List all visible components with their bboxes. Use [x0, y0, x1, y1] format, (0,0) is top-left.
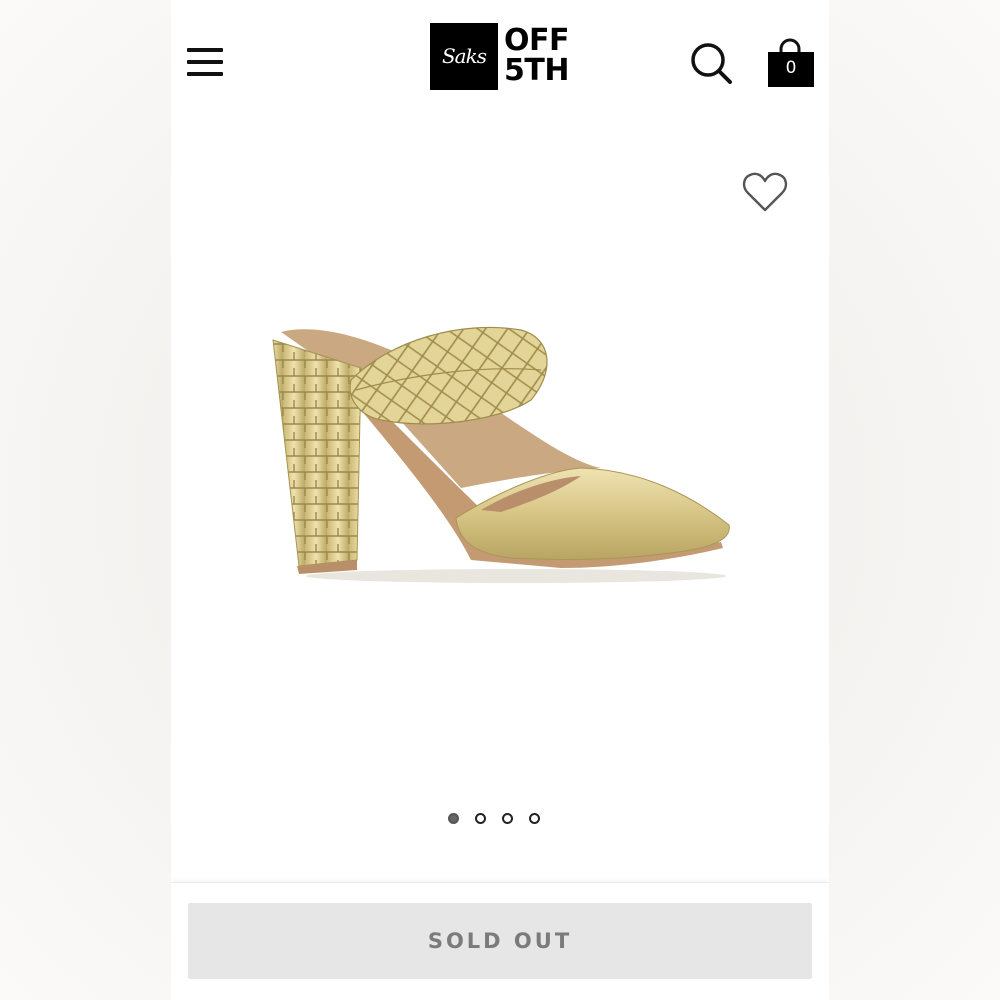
heart-outline-icon — [742, 172, 788, 212]
wishlist-button[interactable] — [741, 170, 789, 214]
logo-line-2: 5TH — [504, 53, 569, 88]
sold-out-button[interactable]: SOLD OUT — [188, 903, 812, 979]
logo-script-text: Saks — [441, 44, 487, 68]
logo-mark: Saks — [430, 22, 498, 90]
search-icon — [691, 43, 732, 84]
carousel-dot-1[interactable] — [448, 813, 459, 824]
add-to-bag-bar: SOLD OUT — [171, 882, 829, 1000]
search-button[interactable] — [689, 40, 735, 86]
logo-line-1: OFF — [504, 23, 570, 58]
product-gallery[interactable] — [171, 110, 829, 880]
menu-button[interactable] — [185, 44, 225, 80]
carousel-dot-2[interactable] — [475, 813, 486, 824]
carousel-dot-4[interactable] — [529, 813, 540, 824]
bag-count-badge: 0 — [785, 58, 797, 78]
saks-off-5th-logo[interactable]: Saks OFF 5TH — [430, 22, 570, 90]
shopping-bag-button[interactable]: 0 — [767, 38, 817, 90]
carousel-dot-3[interactable] — [502, 813, 513, 824]
logo-wordmark: OFF 5TH — [504, 23, 570, 88]
carousel-dots — [171, 813, 823, 824]
site-header: Saks OFF 5TH 0 — [171, 0, 829, 110]
phone-screen: Saks OFF 5TH 0 SOLD OUT — [171, 0, 829, 1000]
gold-woven-mule-image[interactable] — [261, 320, 741, 590]
